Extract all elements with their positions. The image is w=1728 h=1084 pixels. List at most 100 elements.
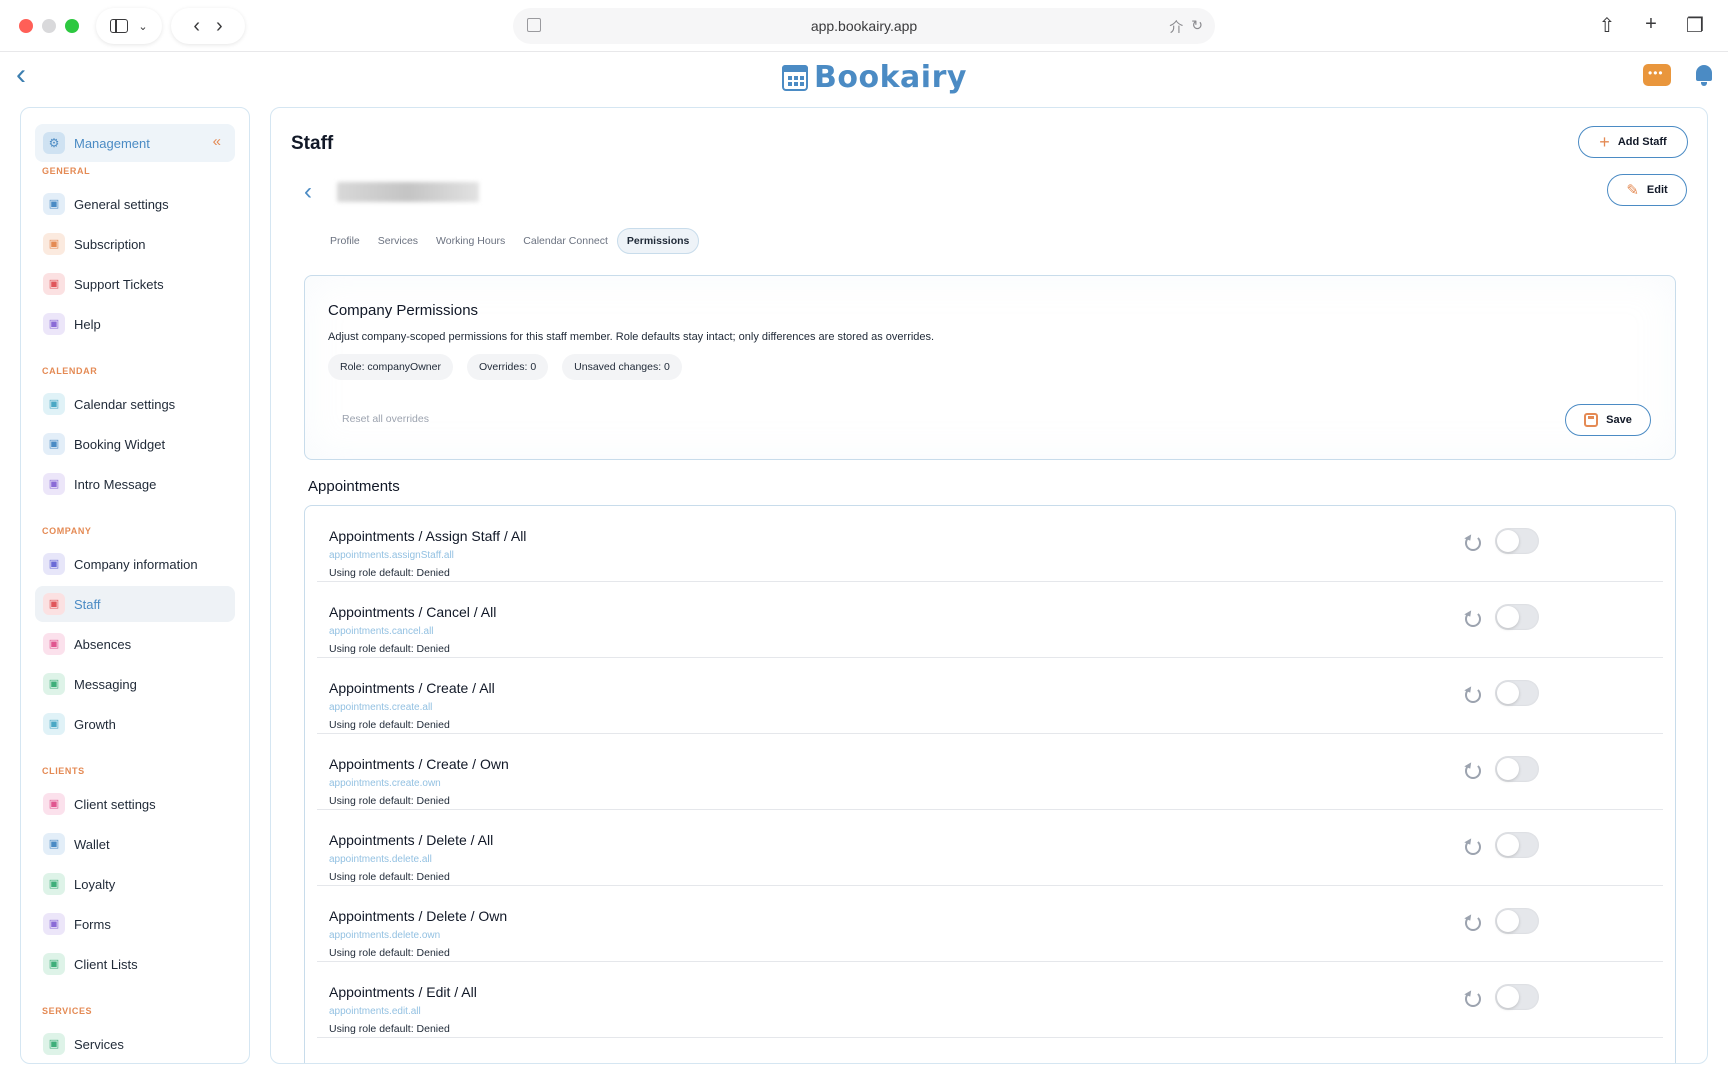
permission-title: Appointments / Assign Staff / All xyxy=(329,528,527,544)
permission-row: Appointments / Cancel / All appointments.… xyxy=(317,582,1663,658)
reset-all-overrides-button[interactable]: Reset all overrides xyxy=(342,413,429,425)
sidebar-item-client-lists[interactable]: ▣ Client Lists xyxy=(35,946,235,982)
permission-toggle[interactable] xyxy=(1495,756,1539,782)
appointments-permissions-list: Appointments / Assign Staff / All appoint… xyxy=(304,505,1676,1063)
sidebar-item-messaging[interactable]: ▣ Messaging xyxy=(35,666,235,702)
sidebar-item-company-information[interactable]: ▣ Company information xyxy=(35,546,235,582)
sidebar-item-growth[interactable]: ▣ Growth xyxy=(35,706,235,742)
permission-status: Using role default: Denied xyxy=(329,947,450,959)
reset-override-icon[interactable] xyxy=(1465,763,1481,779)
permission-toggle[interactable] xyxy=(1495,984,1539,1010)
permission-toggle[interactable] xyxy=(1495,908,1539,934)
tab-working-hours[interactable]: Working Hours xyxy=(427,229,514,253)
maximize-window-button[interactable] xyxy=(65,19,79,33)
edit-button[interactable]: ✎ Edit xyxy=(1607,174,1687,206)
new-tab-icon[interactable]: + xyxy=(1640,13,1662,38)
sidebar-item-intro-message[interactable]: ▣ Intro Message xyxy=(35,466,235,502)
user-icon: ▣ xyxy=(43,793,65,815)
calendar-logo-icon xyxy=(782,64,808,91)
sidebar-item-label: Booking Widget xyxy=(74,436,166,452)
collapse-icon[interactable]: « xyxy=(213,133,221,150)
address-bar[interactable]: app.bookairy.app 介 ↻ xyxy=(513,8,1215,44)
sidebar-item-label: Services xyxy=(74,1036,124,1052)
sidebar-item-client-settings[interactable]: ▣ Client settings xyxy=(35,786,235,822)
sidebar-item-label: Company information xyxy=(74,556,198,572)
minimize-window-button[interactable] xyxy=(42,19,56,33)
sidebar-item-help[interactable]: ▣ Help xyxy=(35,306,235,342)
sidebar: ⚙ Management « GENERAL ▣ General settings ▣… xyxy=(20,107,250,1064)
close-window-button[interactable] xyxy=(19,19,33,33)
staff-tabs: Profile Services Working Hours Calendar Con… xyxy=(321,228,700,254)
sidebar-item-label: Wallet xyxy=(74,836,110,852)
save-icon xyxy=(1584,413,1599,427)
list-icon: ▣ xyxy=(43,953,65,975)
sidebar-item-services[interactable]: ▣ Services xyxy=(35,1026,235,1062)
permission-key: appointments.delete.own xyxy=(329,930,441,941)
trend-icon: ▣ xyxy=(43,713,65,735)
sidebar-item-label: Intro Message xyxy=(74,476,157,492)
company-permissions-card: Company Permissions Adjust company-scope… xyxy=(304,275,1676,460)
section-title-general: GENERAL xyxy=(42,166,91,176)
plus-icon: + xyxy=(1599,132,1610,152)
sidebar-item-general-settings[interactable]: ▣ General settings xyxy=(35,186,235,222)
tabs-overview-icon[interactable]: ❐ xyxy=(1684,13,1706,38)
permission-status: Using role default: Denied xyxy=(329,871,450,883)
sliders-icon: ▣ xyxy=(43,193,65,215)
reset-override-icon[interactable] xyxy=(1465,611,1481,627)
sidebar-item-absences[interactable]: ▣ Absences xyxy=(35,626,235,662)
permission-row: Appointments / Create / All appointments.… xyxy=(317,658,1663,734)
reset-override-icon[interactable] xyxy=(1465,991,1481,1007)
sidebar-item-label: Support Tickets xyxy=(74,276,164,292)
permission-toggle[interactable] xyxy=(1495,528,1539,554)
reset-override-icon[interactable] xyxy=(1465,839,1481,855)
history-navigation: ‹ › xyxy=(171,8,245,44)
sidebar-toggle-button[interactable]: ⌄ xyxy=(96,8,162,44)
reload-icon[interactable]: ↻ xyxy=(1191,17,1203,37)
share-icon[interactable]: ⇧ xyxy=(1596,13,1618,38)
permission-toggle[interactable] xyxy=(1495,832,1539,858)
permission-toggle[interactable] xyxy=(1495,680,1539,706)
permission-row: Appointments / Edit / All appointments.ed… xyxy=(317,962,1663,1038)
chat-icon[interactable] xyxy=(1643,64,1671,86)
reset-override-icon[interactable] xyxy=(1465,535,1481,551)
sidebar-item-label: Forms xyxy=(74,916,111,932)
sidebar-item-wallet[interactable]: ▣ Wallet xyxy=(35,826,235,862)
permission-toggle[interactable] xyxy=(1495,604,1539,630)
calendar-icon: ▣ xyxy=(43,393,65,415)
bell-icon[interactable] xyxy=(1694,62,1714,86)
tab-calendar-connect[interactable]: Calendar Connect xyxy=(514,229,617,253)
reset-override-icon[interactable] xyxy=(1465,915,1481,931)
browser-actions: ⇧ + ❐ xyxy=(1596,13,1706,38)
chat-icon: ▣ xyxy=(43,673,65,695)
forward-icon[interactable]: › xyxy=(216,15,223,38)
translate-icon[interactable]: 介 xyxy=(1169,17,1183,37)
sidebar-item-support-tickets[interactable]: ▣ Support Tickets xyxy=(35,266,235,302)
headset-icon: ▣ xyxy=(43,273,65,295)
sidebar-item-label: Client settings xyxy=(74,796,156,812)
management-header[interactable]: ⚙ Management « xyxy=(35,124,235,162)
sidebar-item-booking-widget[interactable]: ▣ Booking Widget xyxy=(35,426,235,462)
permission-row: Appointments / Delete / Own appointments.… xyxy=(317,886,1663,962)
sidebar-icon xyxy=(110,19,129,33)
permission-row: Appointments / Assign Staff / All appoint… xyxy=(317,506,1663,582)
add-staff-button[interactable]: + Add Staff xyxy=(1578,126,1688,158)
staff-back-icon[interactable]: ‹ xyxy=(304,178,312,206)
overrides-chip: Overrides: 0 xyxy=(466,354,549,380)
sidebar-item-subscription[interactable]: ▣ Subscription xyxy=(35,226,235,262)
sidebar-item-calendar-settings[interactable]: ▣ Calendar settings xyxy=(35,386,235,422)
tab-profile[interactable]: Profile xyxy=(321,229,369,253)
app-back-icon[interactable]: ‹ xyxy=(16,60,42,90)
tab-services[interactable]: Services xyxy=(369,229,427,253)
back-icon[interactable]: ‹ xyxy=(193,15,200,38)
reset-override-icon[interactable] xyxy=(1465,687,1481,703)
permission-status: Using role default: Denied xyxy=(329,567,450,579)
save-button[interactable]: Save xyxy=(1565,404,1651,436)
permission-key: appointments.assignStaff.all xyxy=(329,550,454,561)
permission-title: Appointments / Create / Own xyxy=(329,756,509,772)
permission-chips: Role: companyOwner Overrides: 0 Unsaved … xyxy=(328,354,682,380)
sidebar-item-staff[interactable]: ▣ Staff xyxy=(35,586,235,622)
tab-permissions[interactable]: Permissions xyxy=(616,228,700,254)
sidebar-item-loyalty[interactable]: ▣ Loyalty xyxy=(35,866,235,902)
save-label: Save xyxy=(1606,414,1632,426)
sidebar-item-forms[interactable]: ▣ Forms xyxy=(35,906,235,942)
